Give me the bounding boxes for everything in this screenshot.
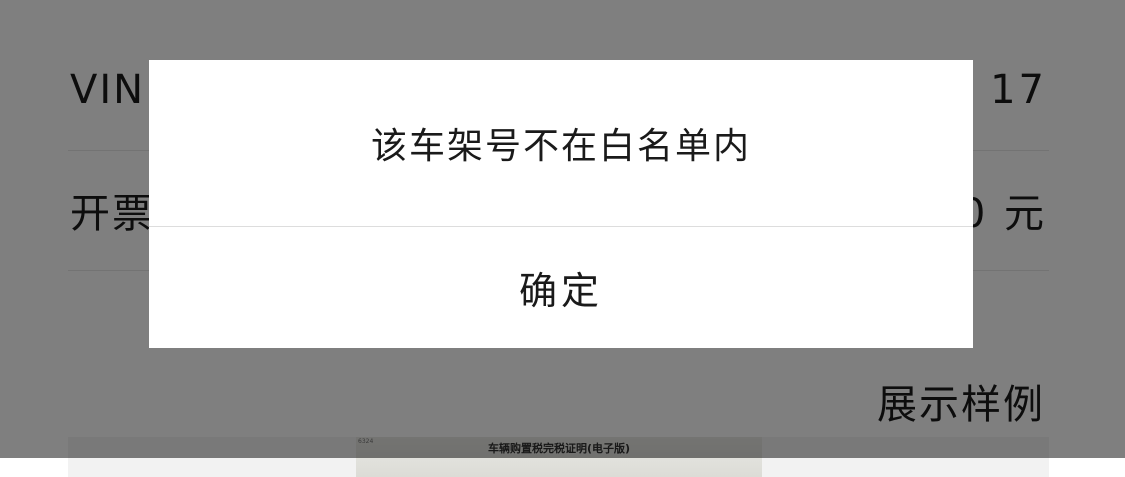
alert-dialog: 该车架号不在白名单内 确定	[149, 60, 973, 348]
dialog-message: 该车架号不在白名单内	[149, 60, 973, 227]
confirm-button[interactable]: 确定	[149, 227, 973, 348]
